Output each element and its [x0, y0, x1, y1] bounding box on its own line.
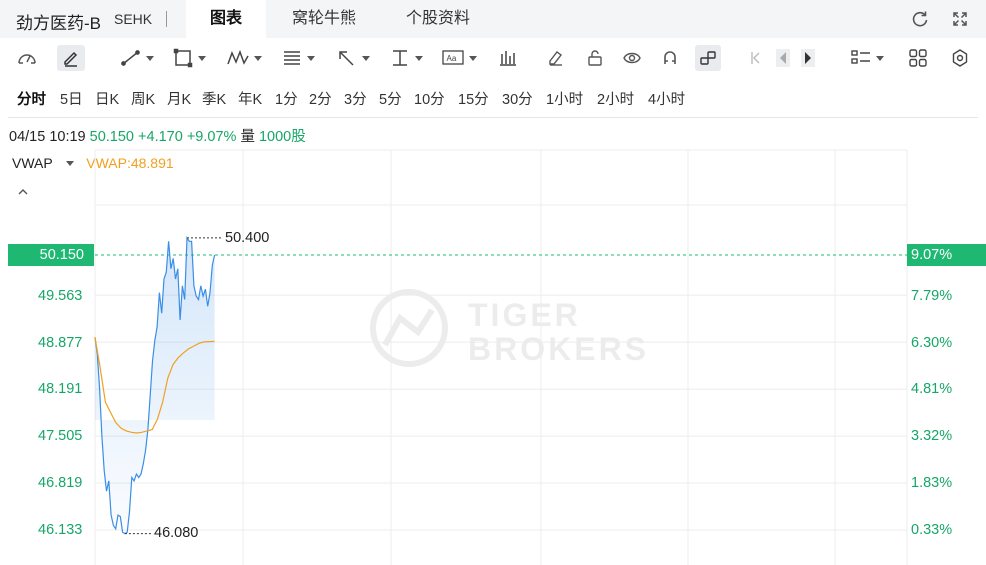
- pct-tick-label: 7.79%: [911, 288, 953, 304]
- low-price-label: 46.080: [154, 525, 199, 541]
- y-tick-label: 48.191: [38, 381, 83, 397]
- y-tick-label: 49.563: [38, 288, 83, 304]
- watermark-line1: TIGER: [468, 297, 581, 333]
- watermark-line2: BROKERS: [468, 331, 649, 367]
- y-tick-label: 46.133: [38, 522, 83, 538]
- pct-tick-label: 4.81%: [911, 381, 953, 397]
- pct-tick-label: 0.33%: [911, 522, 953, 538]
- y-tick-label: 46.819: [38, 475, 83, 491]
- current-pct-tag: 9.07%: [907, 244, 986, 266]
- pct-tick-label: 3.32%: [911, 428, 953, 444]
- intraday-chart: TIGER BROKERS: [94, 149, 908, 565]
- current-price-value: 50.150: [39, 247, 84, 263]
- pct-tick-label: 1.83%: [911, 475, 953, 491]
- watermark: TIGER BROKERS: [370, 289, 649, 367]
- high-price-label: 50.400: [225, 230, 270, 246]
- current-price-tag: 50.150: [8, 244, 94, 266]
- price-area: [95, 237, 215, 534]
- pct-tick-label: 6.30%: [911, 335, 953, 351]
- current-pct-value: 9.07%: [911, 247, 953, 263]
- y-tick-label: 47.505: [38, 428, 83, 444]
- y-tick-label: 48.877: [38, 335, 83, 351]
